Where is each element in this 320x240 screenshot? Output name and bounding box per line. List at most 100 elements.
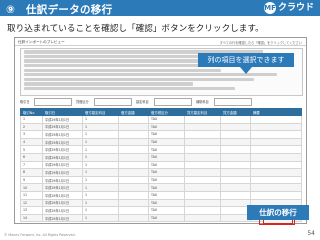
table-row: 4 平成29年1月1日 1 TAX (20, 137, 302, 147)
table-cell: 1 (82, 190, 119, 200)
table-cell (184, 115, 221, 124)
page-number: 54 (307, 230, 315, 237)
table-cell: TAX (148, 160, 185, 170)
table-cell (250, 145, 302, 154)
table-cell: 4 (20, 137, 43, 147)
table-cell: 12 (20, 198, 43, 208)
table-cell (184, 198, 221, 208)
table-cell (220, 175, 251, 185)
logo-text: クラウド (278, 3, 315, 13)
table-cell (220, 160, 251, 170)
table-cell: 平成29年1月1日 (42, 137, 83, 147)
table-cell (220, 213, 251, 223)
column-filter-bar: 取引日 貸借区分 勘定科目 補助科目 (20, 98, 301, 106)
table-row: 2 平成29年1月1日 1 TAX (20, 122, 302, 132)
column-header[interactable]: 取引No (20, 108, 43, 116)
table-cell (220, 168, 251, 177)
table-cell: 平成29年1月1日 (42, 206, 83, 215)
slide-title: ⑨ 仕訳データの移行 (6, 4, 113, 16)
column-header[interactable]: 摘要 (250, 108, 302, 116)
table-cell: 10 (20, 183, 43, 192)
table-cell: 1 (82, 175, 119, 185)
filter-select[interactable] (154, 98, 192, 106)
note-line (24, 77, 255, 82)
column-header[interactable]: 取引日 (42, 108, 83, 116)
table-cell (184, 130, 221, 139)
logo-mark-icon: MF (264, 2, 276, 14)
filter-select[interactable] (214, 98, 252, 106)
table-cell (118, 213, 149, 223)
table-cell (118, 175, 149, 185)
table-cell (184, 168, 221, 177)
table-cell: 平成29年1月1日 (42, 183, 83, 192)
table-cell: TAX (148, 213, 185, 223)
table-cell (118, 130, 149, 139)
table-cell: 平成29年1月1日 (42, 152, 83, 162)
table-cell: 13 (20, 206, 43, 215)
table-cell: 1 (82, 122, 119, 132)
table-cell: 1 (20, 115, 43, 124)
table-cell: 平成29年1月1日 (42, 145, 83, 154)
table-cell (118, 145, 149, 154)
table-cell (118, 160, 149, 170)
filter-label: 補助科目 (196, 100, 209, 104)
table-cell (118, 168, 149, 177)
table-cell (184, 175, 221, 185)
table-cell: TAX (148, 206, 185, 215)
table-cell: 6 (20, 152, 43, 162)
table-cell (250, 137, 302, 147)
brand-logo: MF クラウド (264, 2, 316, 14)
table-row: 1 平成29年1月1日 1 TAX (20, 115, 302, 124)
column-header[interactable]: 借方金額 (118, 108, 149, 116)
table-cell (184, 190, 221, 200)
table-cell (118, 115, 149, 124)
column-header[interactable]: 借方勘定科目 (82, 108, 119, 116)
table-cell: TAX (148, 137, 185, 147)
table-cell: 平成29年1月1日 (42, 160, 83, 170)
table-cell (118, 183, 149, 192)
column-header[interactable]: 貸方勘定科目 (184, 108, 221, 116)
table-cell: 1 (82, 206, 119, 215)
table-cell: 1 (82, 168, 119, 177)
column-header[interactable]: 借方税区分 (148, 108, 185, 116)
table-cell (184, 152, 221, 162)
table-cell (220, 183, 251, 192)
table-cell: 平成29年1月1日 (42, 190, 83, 200)
table-cell: 平成29年1月1日 (42, 198, 83, 208)
table-cell (118, 122, 149, 132)
table-cell (250, 152, 302, 162)
table-cell (250, 160, 302, 170)
table-cell (220, 152, 251, 162)
column-header[interactable]: 貸方金額 (220, 108, 251, 116)
table-cell: 1 (82, 183, 119, 192)
callout-label: 列の項目を選択できます (198, 53, 294, 67)
table-cell: 7 (20, 160, 43, 170)
table-cell: 2 (20, 122, 43, 132)
table-cell (220, 198, 251, 208)
table-cell (250, 115, 302, 124)
table-cell (250, 168, 302, 177)
table-cell (118, 198, 149, 208)
table-cell (184, 206, 221, 215)
table-cell (220, 190, 251, 200)
table-cell: 平成29年1月1日 (42, 130, 83, 139)
table-cell: 11 (20, 190, 43, 200)
filter-select[interactable] (34, 98, 72, 106)
table-cell: 5 (20, 145, 43, 154)
divider (15, 45, 306, 46)
filter-select[interactable] (94, 98, 132, 106)
table-cell: 3 (20, 130, 43, 139)
table-cell: TAX (148, 152, 185, 162)
table-cell: TAX (148, 122, 185, 132)
table-cell: 1 (82, 198, 119, 208)
table-cell (118, 206, 149, 215)
table-cell: TAX (148, 198, 185, 208)
filter-label: 取引日 (20, 100, 30, 104)
table-cell (118, 137, 149, 147)
instruction-text: 取り込まれていることを確認し「確認」ボタンをクリックします。 (7, 24, 264, 34)
table-row: 6 平成29年1月1日 1 TAX (20, 152, 302, 162)
table-header-row: 取引No 取引日 借方勘定科目 借方金額 借方税区分 貸方勘定科目 貸方金額 摘… (20, 108, 302, 116)
table-cell (118, 190, 149, 200)
table-cell (184, 160, 221, 170)
table-cell: 1 (82, 115, 119, 124)
